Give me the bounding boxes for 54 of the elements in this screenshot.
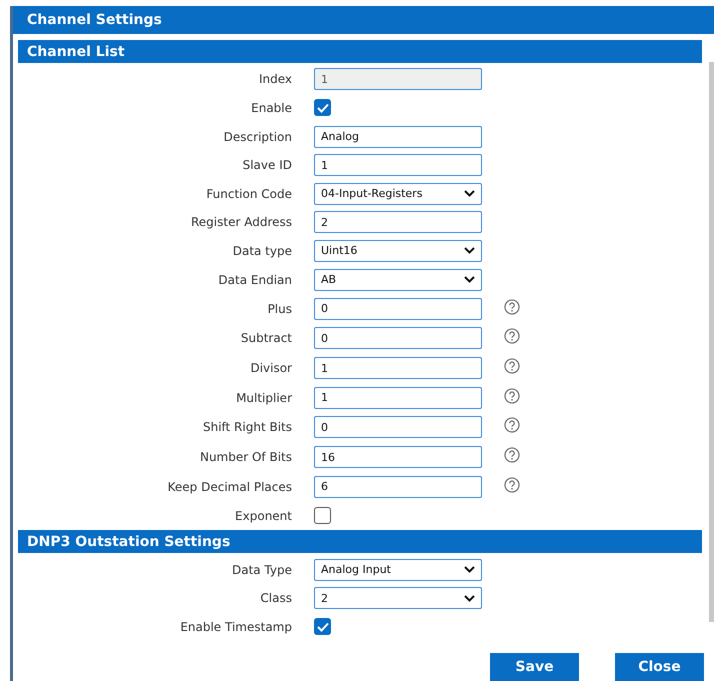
help-icon[interactable] [504, 328, 520, 344]
chevron-down-icon [464, 190, 475, 198]
field-label: Enable [250, 100, 292, 115]
text-field[interactable]: 0 [314, 298, 482, 320]
help-icon[interactable] [504, 388, 520, 404]
field-label: Subtract [240, 331, 292, 346]
text-field[interactable]: 1 [314, 154, 482, 176]
checkbox[interactable] [314, 507, 331, 524]
dropdown[interactable]: Uint16 [314, 240, 482, 262]
chevron-down-icon [464, 594, 475, 602]
save-button[interactable]: Save [490, 653, 579, 681]
text-field[interactable]: 6 [314, 476, 482, 498]
field-label: Register Address [190, 215, 292, 230]
section-header: DNP3 Outstation Settings [18, 530, 702, 554]
dropdown[interactable]: 2 [314, 587, 482, 610]
field-label: Exponent [234, 508, 292, 523]
dropdown[interactable]: AB [314, 268, 482, 291]
help-icon[interactable] [504, 476, 520, 493]
checkbox[interactable] [314, 99, 331, 116]
field-label: Multiplier [235, 390, 292, 405]
section-header: Channel List [18, 40, 702, 64]
help-icon[interactable] [504, 298, 520, 315]
dropdown[interactable]: 04-Input-Registers [314, 182, 482, 205]
dropdown[interactable]: Analog Input [314, 558, 482, 581]
field-label: Description [222, 130, 292, 144]
field-label: Slave ID [242, 158, 292, 172]
field-label: Number Of Bits [198, 450, 292, 464]
help-icon[interactable] [504, 447, 520, 464]
text-field[interactable]: 1 [314, 386, 482, 409]
field-label: Keep Decimal Places [166, 480, 292, 494]
checkbox[interactable] [314, 618, 331, 636]
field-label: Data type [232, 244, 292, 258]
chevron-down-icon [464, 566, 475, 574]
field-label: Class [259, 591, 292, 606]
field-label: Index [258, 72, 292, 86]
text-field[interactable]: Analog [314, 126, 482, 148]
text-field[interactable]: 16 [314, 446, 482, 468]
text-field[interactable]: 1 [314, 357, 482, 380]
field-label: Data Endian [217, 272, 292, 287]
field-label: Divisor [249, 361, 292, 376]
help-icon[interactable] [504, 358, 520, 374]
field-label: Enable Timestamp [179, 620, 292, 634]
dialog-title: Channel Settings [13, 6, 714, 34]
field-label: Plus [266, 302, 292, 316]
field-label: Data Type [230, 562, 292, 577]
help-icon[interactable] [504, 417, 520, 434]
close-button[interactable]: Close [615, 653, 704, 681]
field-label: Function Code [205, 186, 292, 201]
chevron-down-icon [464, 247, 475, 254]
field-label: Shift Right Bits [202, 420, 292, 434]
chevron-down-icon [464, 276, 475, 284]
text-field[interactable]: 2 [314, 211, 482, 234]
text-field[interactable]: 0 [314, 416, 482, 438]
text-field[interactable]: 0 [314, 327, 482, 350]
